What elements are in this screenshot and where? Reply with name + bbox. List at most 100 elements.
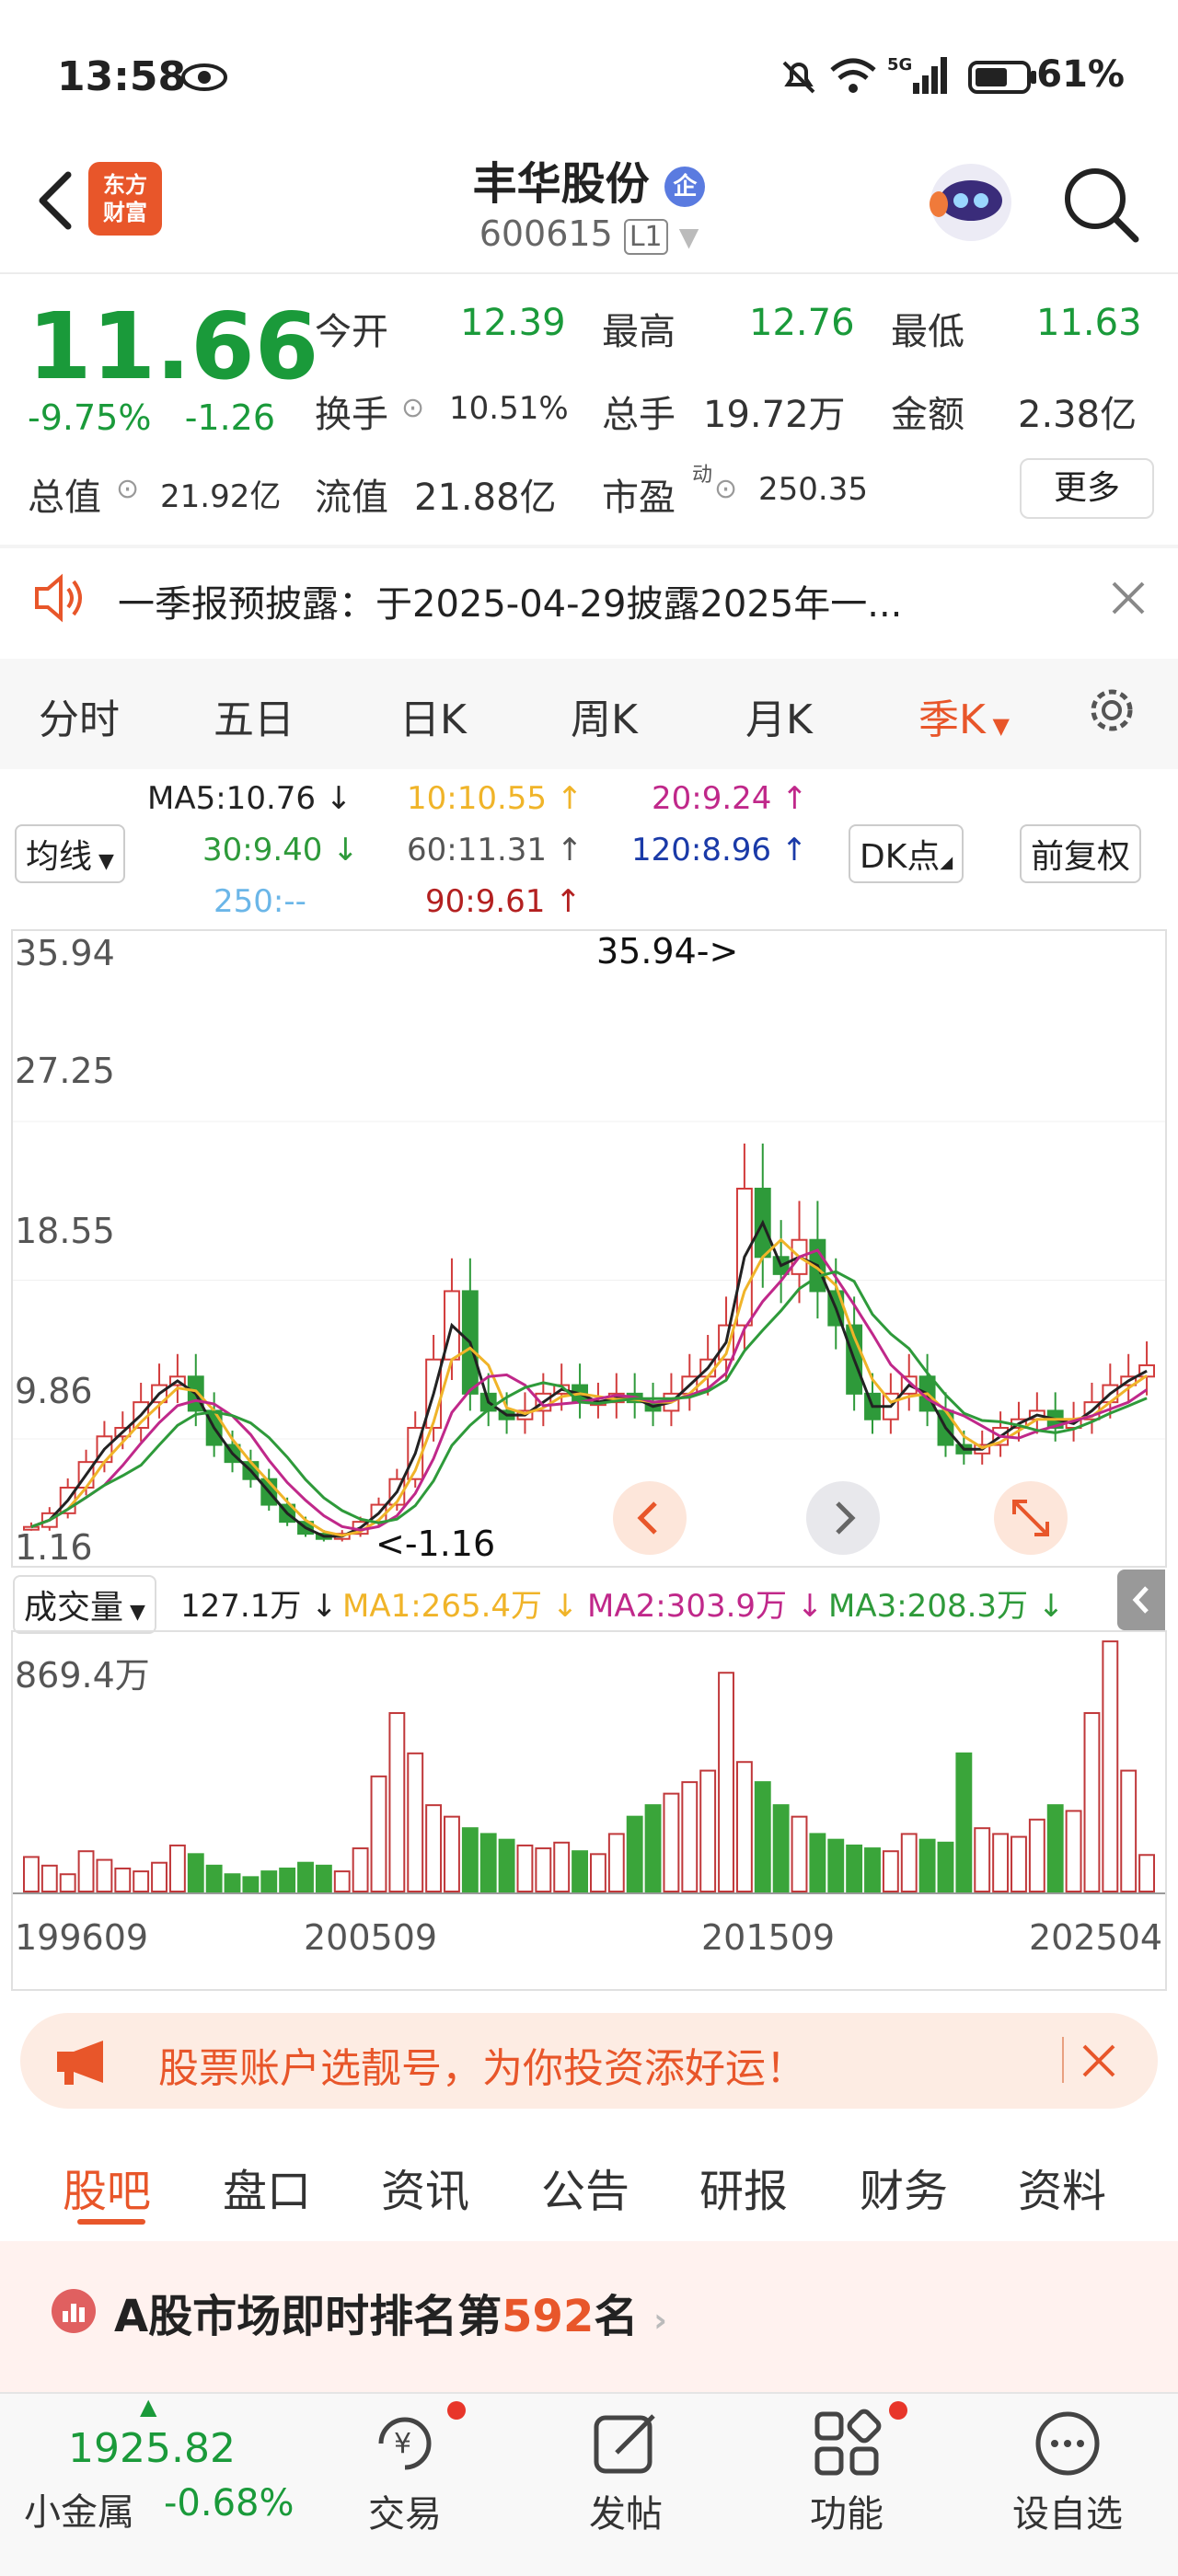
tab-guba[interactable]: 股吧 [63, 2155, 151, 2219]
ad-text: 股票账户选靓号，为你投资添好运！ [158, 2045, 806, 2092]
tab-quarterly-label: 季K [918, 696, 986, 743]
tab-news[interactable]: 资讯 [381, 2155, 469, 2219]
ma120-text: 120:8.96 [631, 832, 772, 868]
tab-order-book[interactable]: 盘口 [223, 2155, 311, 2219]
index-value[interactable]: 1925.82 [68, 2425, 236, 2472]
volume-svg [13, 1640, 1165, 1894]
volume-bar [133, 1870, 150, 1893]
dk-point-toggle[interactable]: DK点◢ [849, 824, 964, 883]
tab-finance[interactable]: 财务 [860, 2155, 948, 2219]
info-icon[interactable]: ⊙ [714, 473, 737, 505]
ad-close-icon[interactable] [1079, 2041, 1119, 2081]
enterprise-badge-icon: 企 [664, 167, 706, 207]
x-tick: 199609 [15, 1917, 149, 1958]
volume-ma3: MA3:208.3万 ↓ [828, 1588, 1065, 1625]
more-button[interactable]: 更多 [1020, 458, 1154, 519]
ma90-value: 90:9.61 ↑ [425, 883, 582, 920]
notification-dot [447, 2401, 466, 2420]
volume-ma3-text: MA3:208.3万 [828, 1588, 1029, 1625]
chart-next-button[interactable] [806, 1481, 880, 1555]
ma30-value: 30:9.40 ↓ [202, 832, 359, 868]
volume-bar [444, 1815, 460, 1892]
kline-chart[interactable] [11, 929, 1167, 1568]
post-edit-icon[interactable] [589, 2407, 663, 2480]
nav-add-watchlist[interactable]: 设自选 [994, 2484, 1141, 2537]
info-icon[interactable]: ⊙ [401, 392, 424, 424]
volume-bar [974, 1827, 991, 1893]
volume-current-text: 127.1万 [180, 1588, 302, 1625]
index-change[interactable]: -0.68% [164, 2482, 294, 2524]
svg-text:¥: ¥ [394, 2428, 411, 2460]
volume-max-label: 869.4万 [15, 1655, 150, 1696]
volume-ma1: MA1:265.4万 ↓ [342, 1588, 579, 1625]
ad-divider [1062, 2037, 1064, 2083]
volume-bar [681, 1781, 699, 1893]
index-name[interactable]: 小金属 [24, 2482, 134, 2536]
more-dots-icon[interactable] [1031, 2407, 1104, 2480]
tab-quarterly[interactable]: 季K ▼ [918, 686, 1010, 745]
volume-bar [900, 1833, 918, 1893]
collapse-panel-button[interactable] [1117, 1570, 1165, 1630]
notice-text: 一季报预披露：于2025-04-29披露2025年一... [118, 583, 903, 626]
adjust-selector[interactable]: 前复权 [1020, 824, 1142, 883]
volume-label: 总手 [602, 394, 676, 436]
caret-up-icon: ▲ [140, 2394, 157, 2420]
tab-weekly[interactable]: 周K [571, 686, 638, 745]
ma10-text: 10:10.55 [407, 780, 548, 817]
volume-bar [572, 1850, 588, 1892]
volume-bar [699, 1769, 717, 1892]
volume-bar [955, 1752, 973, 1892]
volume-bar [114, 1867, 132, 1893]
pe-dynamic-mark: 动 [692, 464, 713, 487]
volume-bar [918, 1838, 936, 1893]
volume-bar [809, 1833, 826, 1893]
speaker-icon [31, 570, 90, 626]
battery-icon [968, 59, 1038, 96]
volume-selector[interactable]: 成交量 ▼ [13, 1575, 156, 1634]
volume-bar [882, 1850, 899, 1892]
rank-number: 592 [502, 2291, 595, 2342]
tab-five-day[interactable]: 五日 [214, 686, 294, 745]
volume-bar [168, 1844, 186, 1892]
settings-gear-icon[interactable] [1082, 681, 1141, 740]
ma30-text: 30:9.40 [202, 832, 323, 868]
ai-robot-icon[interactable] [920, 156, 1022, 248]
volume-bar [1011, 1835, 1027, 1892]
nav-trade[interactable]: 交易 [331, 2484, 479, 2537]
chevron-down-icon: ▼ [92, 850, 114, 873]
function-grid-icon[interactable] [810, 2407, 884, 2480]
expand-icon[interactable] [994, 1481, 1068, 1555]
tab-intraday[interactable]: 分时 [39, 686, 120, 745]
ma-selector[interactable]: 均线 ▼ [15, 824, 125, 883]
volume-bar [1120, 1769, 1138, 1892]
volume-current: 127.1万 ↓ [180, 1588, 338, 1625]
close-icon[interactable] [1108, 578, 1149, 618]
nav-functions[interactable]: 功能 [773, 2484, 920, 2537]
tab-monthly[interactable]: 月K [745, 686, 813, 745]
volume-selector-label: 成交量 [24, 1589, 124, 1627]
volume-chart[interactable] [11, 1630, 1167, 1991]
volume-bar [479, 1833, 497, 1893]
volume-bar [151, 1861, 167, 1892]
tab-daily[interactable]: 日K [399, 686, 467, 745]
tab-profile[interactable]: 资料 [1018, 2155, 1106, 2219]
tab-research[interactable]: 研报 [699, 2155, 788, 2219]
volume-bar [205, 1864, 223, 1893]
ma250-value: 250:-- [214, 883, 306, 920]
dk-point-label: DK点 [860, 838, 941, 876]
nav-post[interactable]: 发帖 [552, 2484, 699, 2537]
wifi-icon [828, 55, 878, 98]
info-icon[interactable]: ⊙ [116, 473, 139, 505]
market-cap-label: 总值 [28, 477, 101, 519]
trade-icon[interactable]: ¥ [368, 2407, 442, 2480]
search-icon[interactable] [1058, 162, 1141, 245]
amount-value: 2.38亿 [1018, 394, 1138, 436]
eye-icon [180, 63, 228, 92]
pe-value: 250.35 [758, 471, 868, 508]
volume-bar [846, 1844, 863, 1892]
volume-bar [791, 1815, 808, 1892]
rank-text[interactable]: A股市场即时排名第592名 › [114, 2280, 667, 2344]
notification-dot [889, 2401, 907, 2420]
chart-prev-button[interactable] [613, 1481, 687, 1555]
tab-announcements[interactable]: 公告 [541, 2155, 629, 2219]
